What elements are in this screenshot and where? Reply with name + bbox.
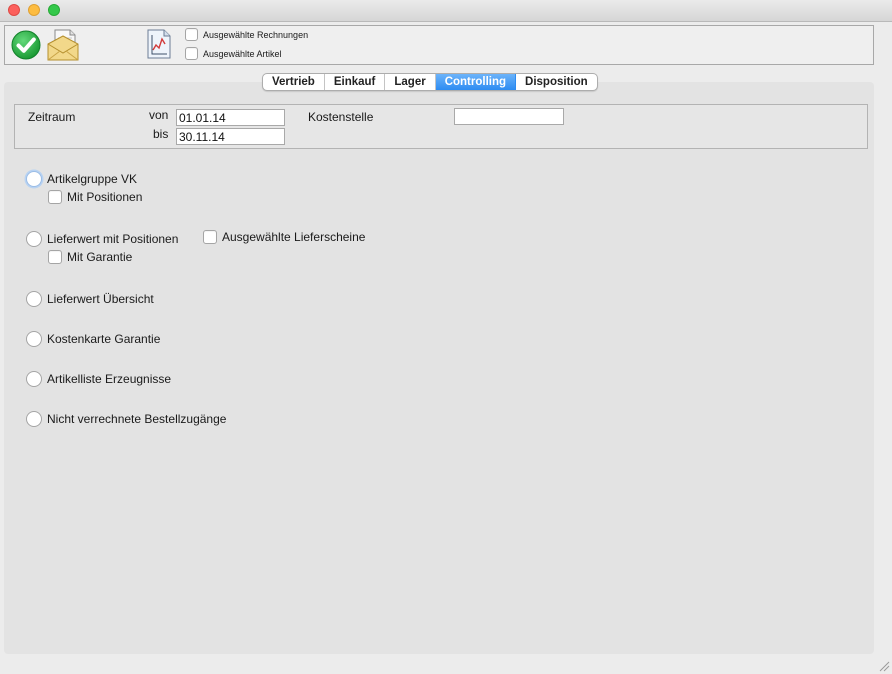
radio-label: Lieferwert mit Positionen: [47, 232, 179, 246]
bis-date-input[interactable]: [176, 128, 285, 145]
radio-label: Kostenkarte Garantie: [47, 332, 161, 346]
radio-label: Nicht verrechnete Bestellzugänge: [47, 412, 227, 426]
kostenstelle-input[interactable]: [454, 108, 564, 125]
checkbox-ausgewaehlte-rechnungen[interactable]: Ausgewählte Rechnungen: [185, 28, 308, 41]
radio-kostenkarte-garantie[interactable]: Kostenkarte Garantie: [26, 331, 160, 347]
checkbox-ausgewaehlte-lieferscheine[interactable]: Ausgewählte Lieferscheine: [203, 230, 365, 244]
von-date-input[interactable]: [176, 109, 285, 126]
radio-artikelliste-erzeugnisse[interactable]: Artikelliste Erzeugnisse: [26, 371, 171, 387]
radio-label: Artikelgruppe VK: [47, 172, 138, 186]
checkbox-label: Ausgewählte Lieferscheine: [222, 230, 366, 244]
checkbox-label: Ausgewählte Artikel: [203, 48, 282, 59]
checkbox[interactable]: [48, 250, 62, 264]
window-close-button[interactable]: [8, 4, 20, 16]
toolbar: Ausgewählte Rechnungen Ausgewählte Artik…: [4, 25, 874, 65]
checkmark-icon[interactable]: [11, 30, 41, 60]
checkbox[interactable]: [203, 230, 217, 244]
radio-label: Artikelliste Erzeugnisse: [47, 372, 172, 386]
tab-bar: Vertrieb Einkauf Lager Controlling Dispo…: [262, 73, 598, 91]
radio-button[interactable]: [26, 331, 42, 347]
window-minimize-button[interactable]: [28, 4, 40, 16]
tab-einkauf[interactable]: Einkauf: [325, 74, 386, 90]
filter-box: Zeitraum von bis Kostenstelle: [14, 104, 868, 149]
tab-vertrieb[interactable]: Vertrieb: [263, 74, 325, 90]
kostenstelle-label: Kostenstelle: [308, 110, 374, 124]
mail-document-icon[interactable]: [45, 28, 81, 62]
radio-nicht-verrechnete-bestellzugaenge[interactable]: Nicht verrechnete Bestellzugänge: [26, 411, 226, 427]
checkbox-ausgewaehlte-artikel[interactable]: Ausgewählte Artikel: [185, 47, 282, 60]
window-titlebar: [0, 0, 892, 22]
tab-content-panel: [4, 82, 874, 654]
radio-button[interactable]: [26, 231, 42, 247]
tab-controlling[interactable]: Controlling: [435, 74, 517, 90]
checkbox-label: Mit Positionen: [67, 190, 143, 204]
von-label: von: [149, 108, 169, 122]
radio-button[interactable]: [26, 171, 42, 187]
radio-label: Lieferwert Übersicht: [47, 292, 154, 306]
chart-document-icon[interactable]: [147, 29, 171, 59]
checkbox[interactable]: [185, 28, 198, 41]
radio-artikelgruppe-vk[interactable]: Artikelgruppe VK: [26, 171, 137, 187]
radio-button[interactable]: [26, 371, 42, 387]
tab-disposition[interactable]: Disposition: [516, 74, 597, 90]
window-maximize-button[interactable]: [48, 4, 60, 16]
radio-button[interactable]: [26, 291, 42, 307]
radio-button[interactable]: [26, 411, 42, 427]
radio-lieferwert-mit-positionen[interactable]: Lieferwert mit Positionen: [26, 231, 178, 247]
tab-lager[interactable]: Lager: [385, 74, 436, 90]
checkbox-mit-positionen[interactable]: Mit Positionen: [48, 190, 142, 204]
checkbox-label: Ausgewählte Rechnungen: [203, 29, 309, 40]
zeitraum-label: Zeitraum: [28, 110, 76, 124]
radio-lieferwert-uebersicht[interactable]: Lieferwert Übersicht: [26, 291, 154, 307]
checkbox[interactable]: [185, 47, 198, 60]
checkbox[interactable]: [48, 190, 62, 204]
checkbox-mit-garantie[interactable]: Mit Garantie: [48, 250, 132, 264]
checkbox-label: Mit Garantie: [67, 250, 133, 264]
resize-grip-icon[interactable]: [878, 660, 890, 672]
bis-label: bis: [153, 127, 169, 141]
